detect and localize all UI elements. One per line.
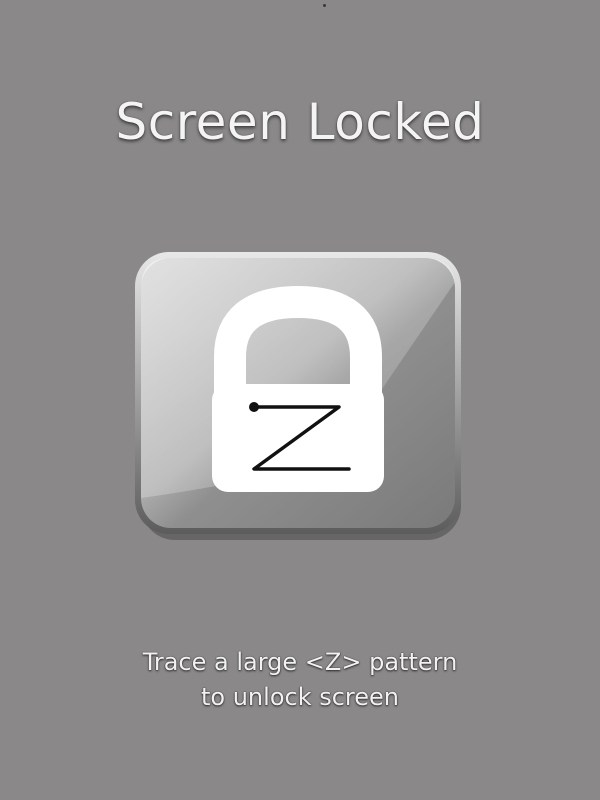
status-dot: [323, 4, 326, 7]
unlock-instructions: Trace a large <Z> pattern to unlock scre…: [0, 645, 600, 715]
z-start-dot: [249, 402, 259, 412]
lock-tile: [135, 252, 465, 542]
page-title: Screen Locked: [115, 93, 485, 151]
padlock-z-icon: [135, 252, 461, 540]
instruction-line-1: Trace a large <Z> pattern: [142, 648, 458, 676]
instruction-line-2: to unlock screen: [201, 683, 399, 711]
lock-screen[interactable]: Screen Locked Trace a large <Z> pattern …: [0, 0, 600, 800]
